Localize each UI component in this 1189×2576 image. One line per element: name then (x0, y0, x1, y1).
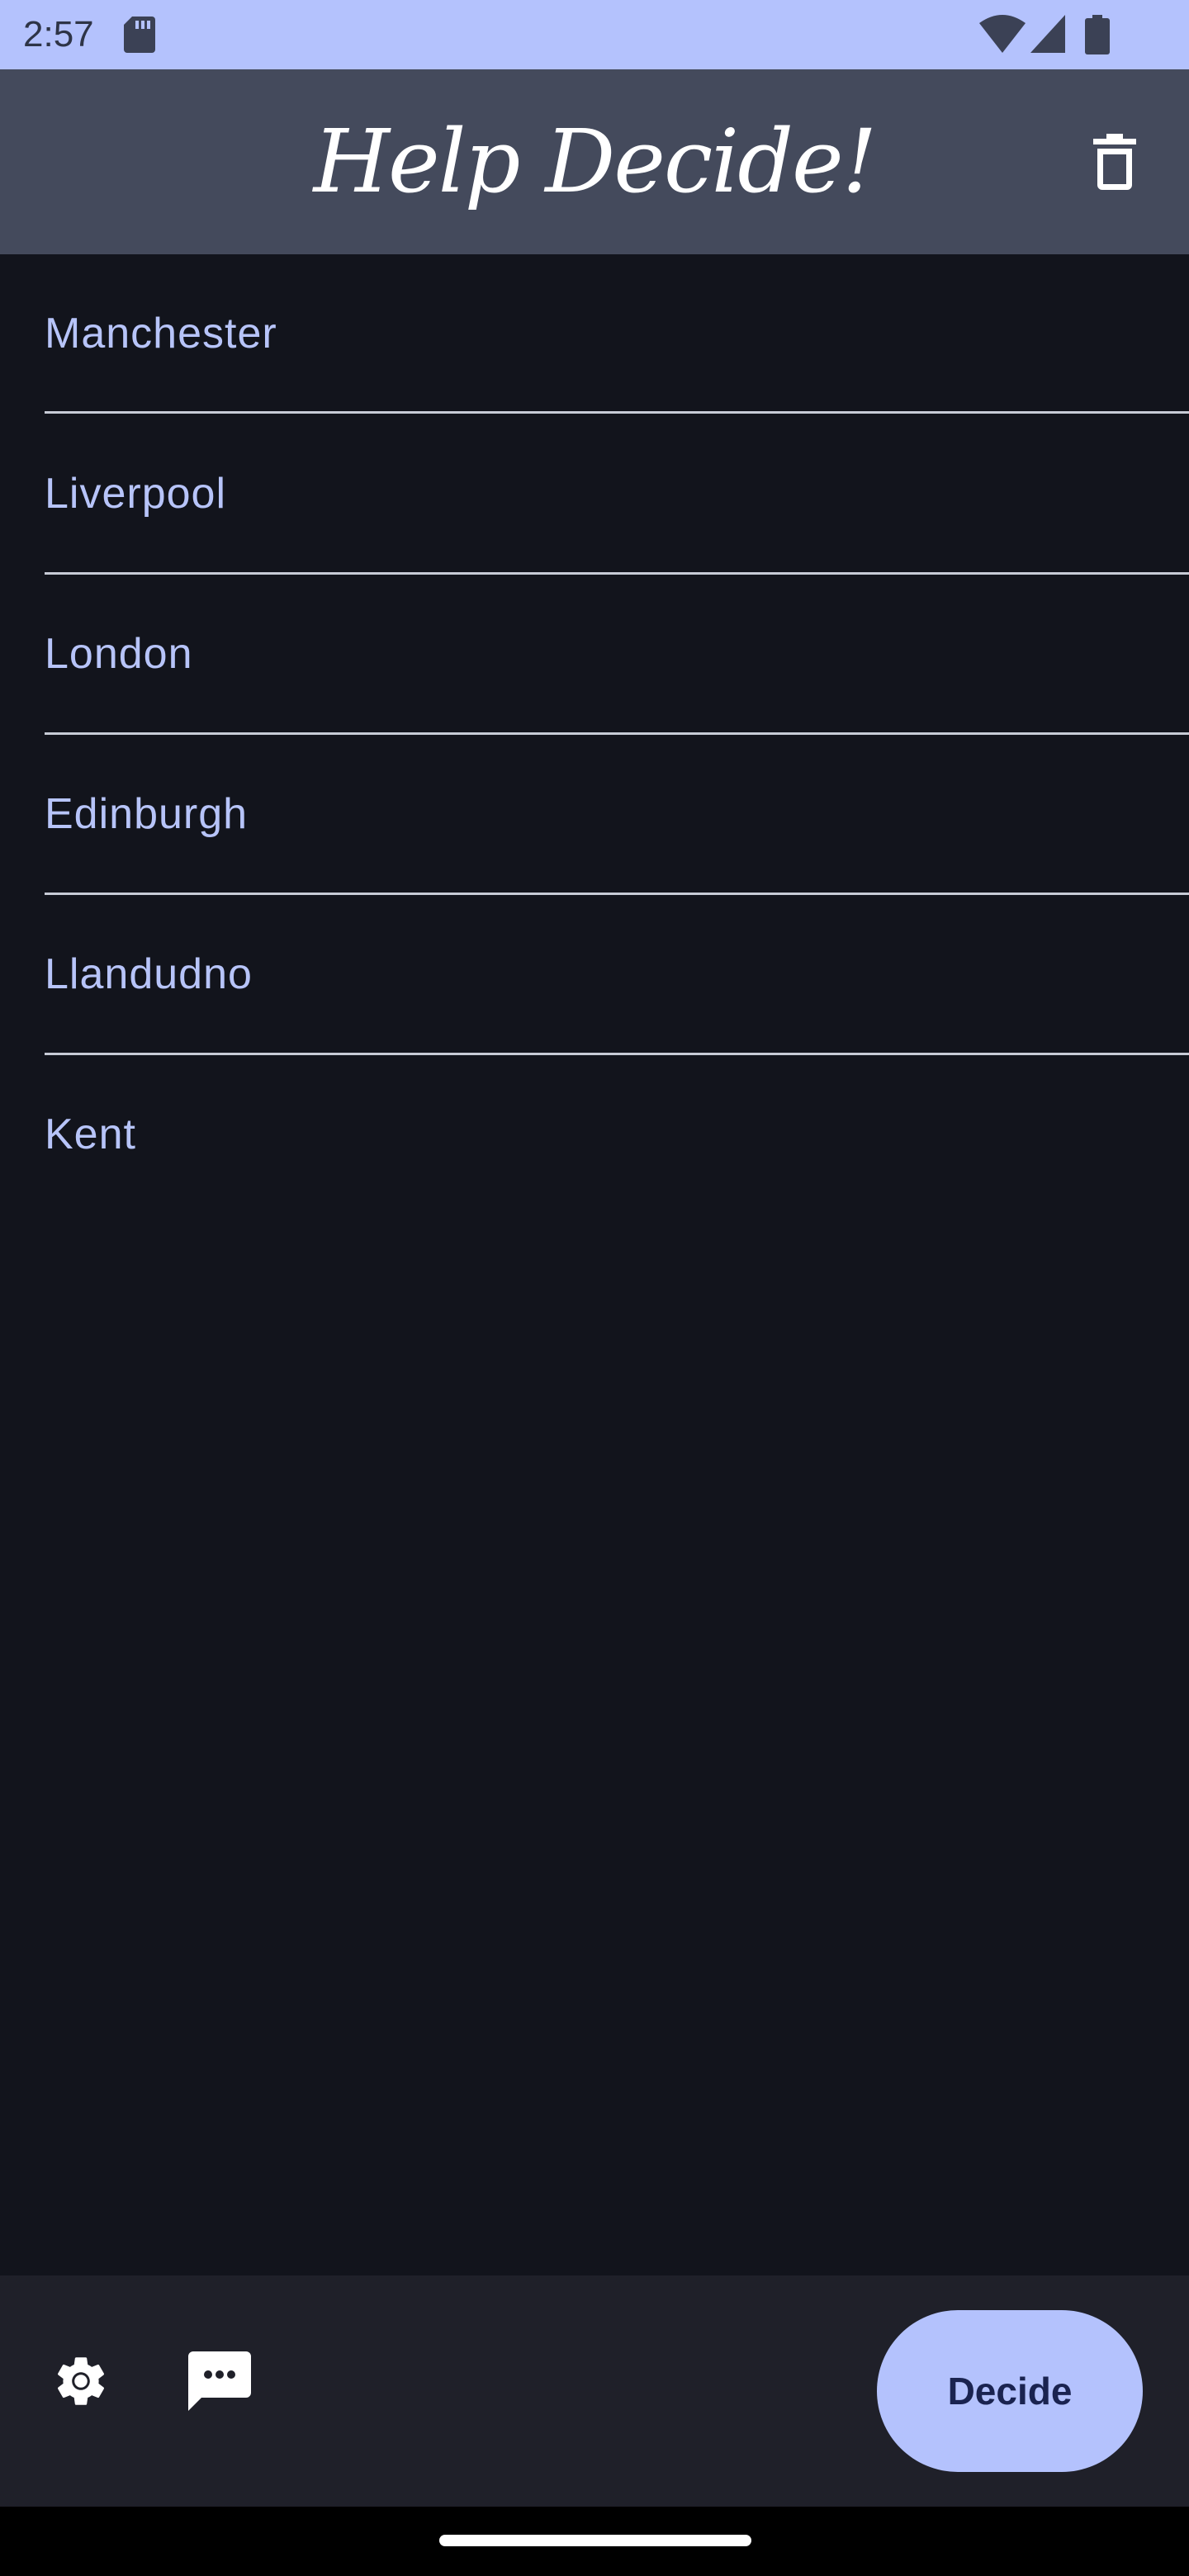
list-item[interactable]: Liverpool (0, 414, 1189, 573)
chat-icon (188, 2351, 251, 2411)
delete-icon (1093, 134, 1136, 190)
chat-button[interactable] (180, 2342, 259, 2421)
wifi-icon (979, 15, 1026, 53)
list-item[interactable]: Edinburgh (0, 735, 1189, 893)
list-item-label: Liverpool (45, 470, 227, 518)
status-time: 2:57 (23, 14, 94, 54)
app-bar: Help Decide! (0, 69, 1189, 254)
list-item[interactable]: London (0, 575, 1189, 733)
settings-icon (57, 2357, 105, 2405)
sd-card-icon (124, 17, 155, 53)
navigation-bar (0, 2507, 1189, 2576)
list-item[interactable]: Manchester (0, 254, 1189, 413)
settings-button[interactable] (41, 2342, 121, 2421)
list-item[interactable]: Kent (0, 1055, 1189, 1214)
cell-signal-icon (1030, 15, 1065, 53)
home-indicator[interactable] (439, 2535, 751, 2546)
bottom-app-bar: Decide (0, 2275, 1189, 2507)
list-item-label: London (45, 630, 193, 678)
divider (45, 411, 1189, 414)
list-item-label: Kent (45, 1110, 136, 1158)
options-list: Manchester Liverpool London Edinburgh Ll… (0, 254, 1189, 2275)
list-item-label: Llandudno (45, 950, 253, 998)
clear-all-button[interactable] (1065, 112, 1164, 211)
list-item-label: Manchester (45, 310, 277, 358)
battery-icon (1085, 15, 1110, 54)
app-title: Help Decide! (313, 111, 878, 212)
decide-button[interactable]: Decide (877, 2310, 1143, 2472)
status-bar: 2:57 (0, 0, 1189, 69)
list-item-label: Edinburgh (45, 790, 249, 838)
list-item[interactable]: Llandudno (0, 895, 1189, 1054)
